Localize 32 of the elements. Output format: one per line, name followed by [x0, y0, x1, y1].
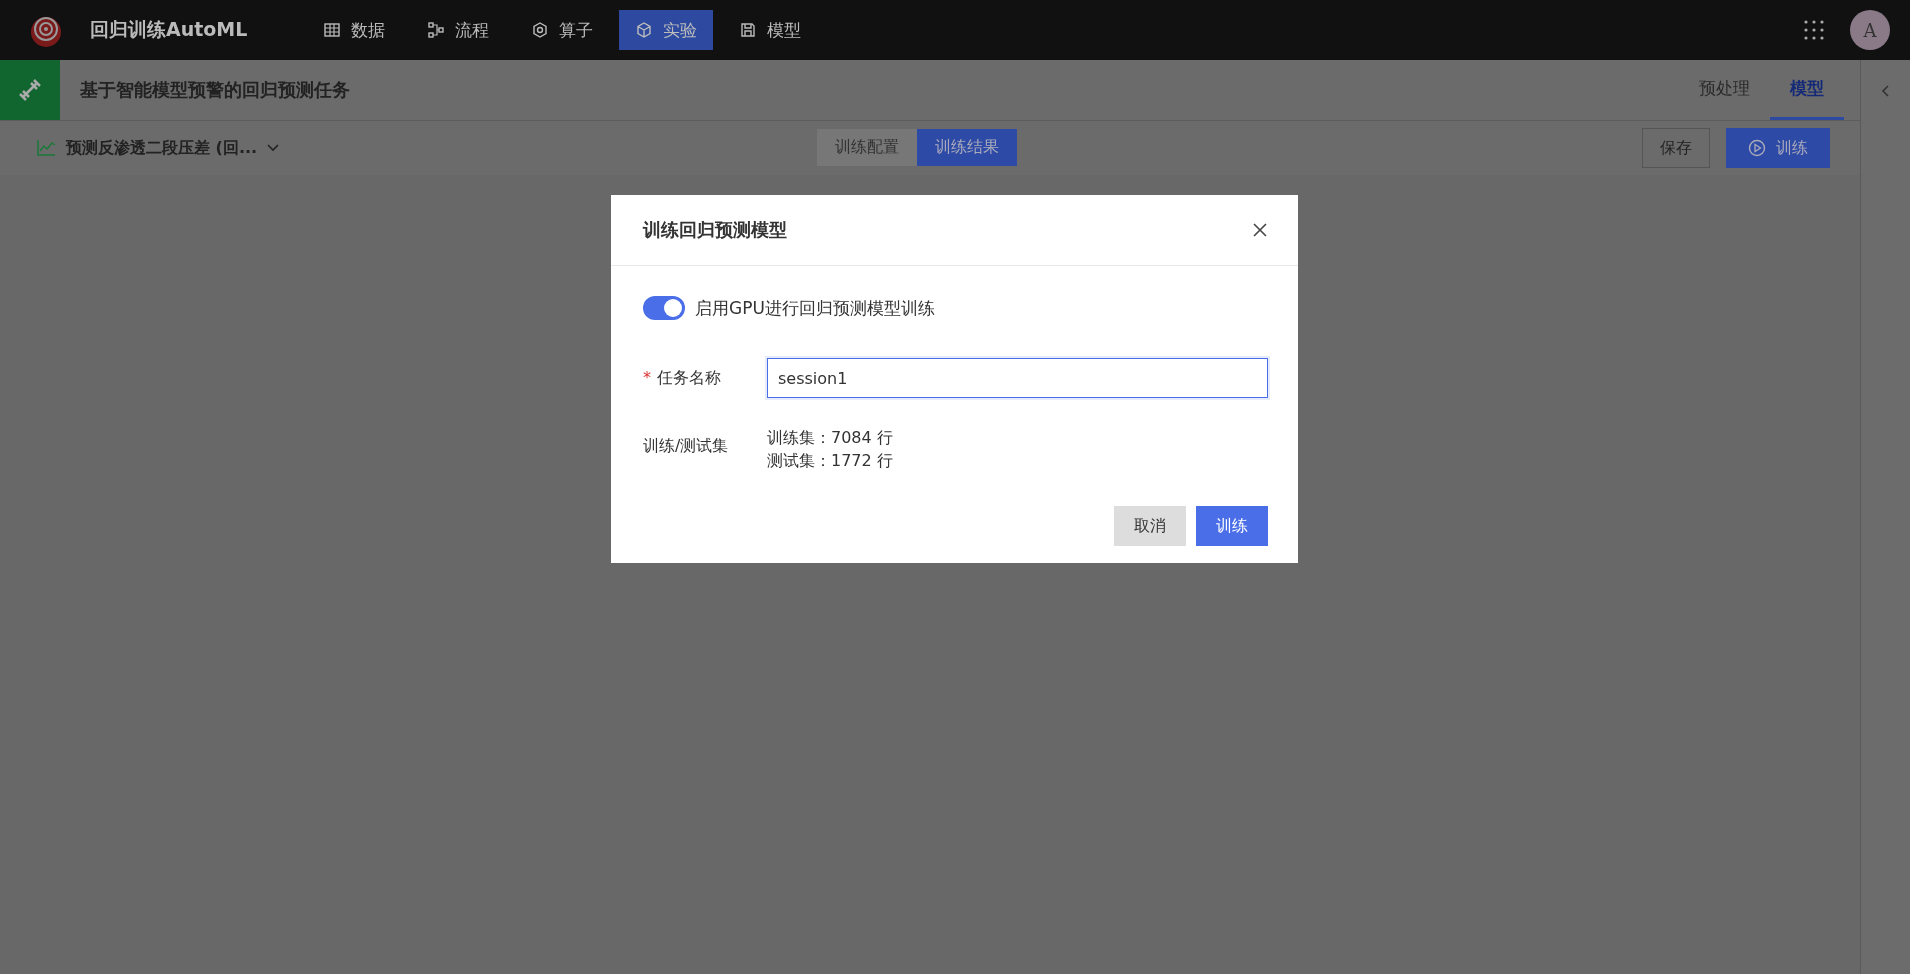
- field-label: 训练/测试集: [643, 435, 730, 457]
- flow-icon: [427, 21, 446, 39]
- chevron-down-icon: [267, 144, 280, 152]
- target-dropdown[interactable]: 预测反渗透二段压差 (回...: [30, 136, 286, 160]
- save-button[interactable]: 保存: [1642, 128, 1710, 168]
- nav-tab[interactable]: 实验: [619, 10, 714, 50]
- task-title: 基于智能模型预警的回归预测任务: [80, 78, 350, 102]
- row-count-text: 测试集：1772 行: [767, 451, 893, 472]
- cube-icon: [635, 21, 654, 39]
- nav-tab[interactable]: 算子: [515, 10, 610, 50]
- cancel-button[interactable]: 取消: [1114, 506, 1186, 546]
- view-tab[interactable]: 预处理: [1679, 60, 1770, 120]
- gpu-toggle[interactable]: [643, 296, 685, 320]
- play-icon: [1748, 139, 1766, 157]
- close-icon[interactable]: [1252, 222, 1268, 238]
- task-name-field[interactable]: session1: [767, 358, 1268, 398]
- segment-tab[interactable]: 训练结果: [917, 129, 1017, 166]
- hex-icon: [531, 21, 550, 39]
- user-avatar[interactable]: A: [1850, 10, 1890, 50]
- train-button[interactable]: 训练: [1196, 506, 1268, 546]
- dialog-title: 训练回归预测模型: [643, 218, 788, 242]
- train-button[interactable]: 训练: [1726, 128, 1830, 168]
- nav-tab[interactable]: 模型: [723, 10, 818, 50]
- gpu-label: 启用GPU进行回归预测模型训练: [695, 296, 935, 320]
- nav-tab[interactable]: 数据: [307, 10, 402, 50]
- field-label: * 任务名称: [643, 367, 722, 389]
- row-count-text: 训练集：7084 行: [767, 428, 893, 449]
- app-title: 回归训练AutoML: [90, 17, 248, 42]
- apps-grid-icon[interactable]: [1804, 20, 1824, 40]
- line-chart-icon: [36, 139, 56, 157]
- nav-tab[interactable]: 流程: [411, 10, 506, 50]
- table-icon: [323, 21, 342, 39]
